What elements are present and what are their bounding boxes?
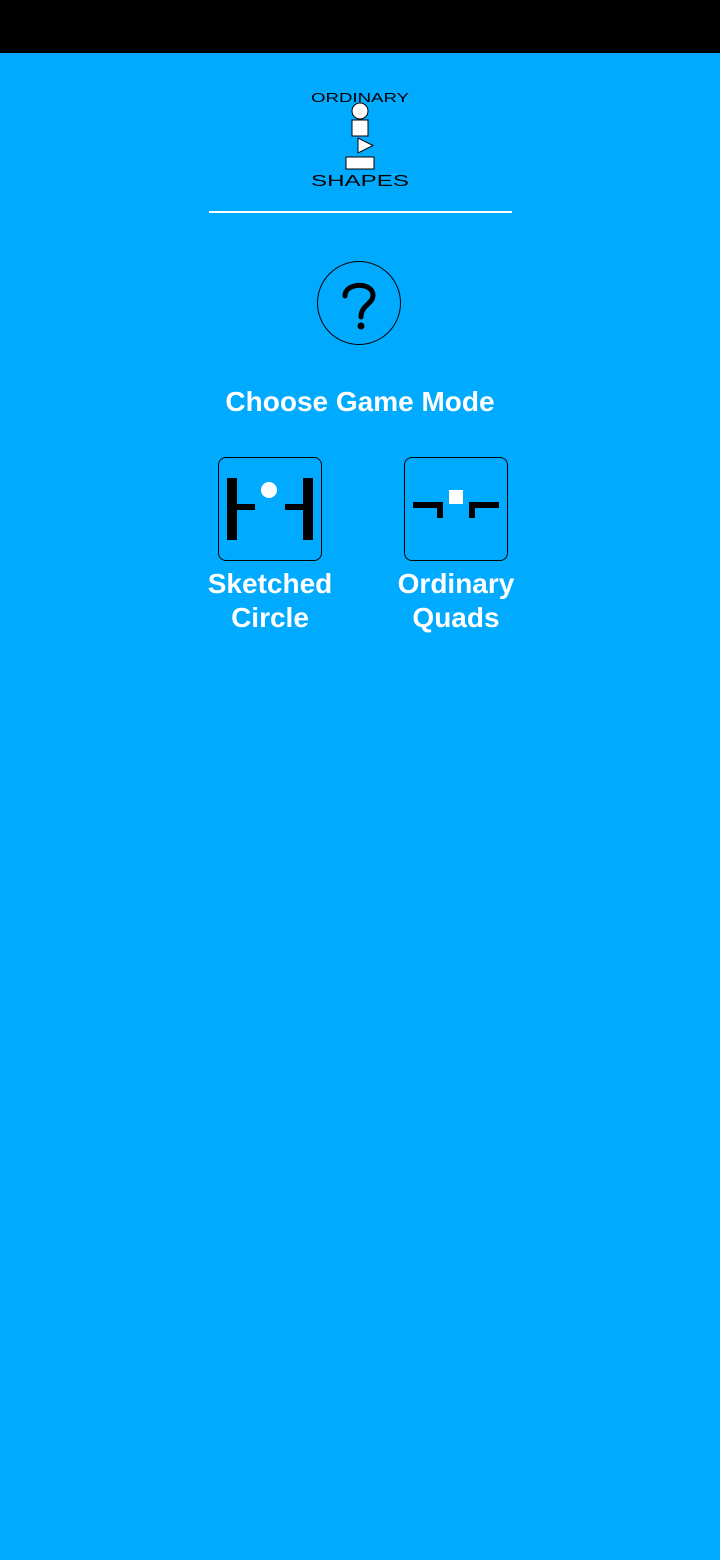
logo-bottom-word: SHAPES <box>311 173 409 190</box>
header-divider <box>209 211 512 213</box>
ordinary-quads-label: Ordinary Quads <box>366 567 546 635</box>
game-menu-screen: ORDINARY SHAPES Choose Game Mode Sketche… <box>0 53 720 1560</box>
help-button[interactable] <box>317 261 401 345</box>
ordinary-quads-label-line2: Quads <box>412 602 500 633</box>
sketched-circle-label-line2: Circle <box>231 602 309 633</box>
stacked-shapes-logo-icon: ORDINARY SHAPES <box>311 90 409 190</box>
sketched-circle-label-line1: Sketched <box>207 568 333 599</box>
sketched-circle-mode-button[interactable] <box>218 457 322 561</box>
choose-mode-title: Choose Game Mode <box>225 386 495 417</box>
question-mark-icon <box>342 282 376 330</box>
game-logo: ORDINARY SHAPES <box>305 87 415 192</box>
ordinary-quads-label-line1: Ordinary <box>397 568 515 599</box>
paddles-ball-icon <box>227 478 313 540</box>
paddles-square-icon <box>413 490 499 518</box>
sketched-circle-label: Sketched Circle <box>180 567 360 635</box>
status-bar <box>0 0 720 53</box>
ordinary-quads-mode-button[interactable] <box>404 457 508 561</box>
